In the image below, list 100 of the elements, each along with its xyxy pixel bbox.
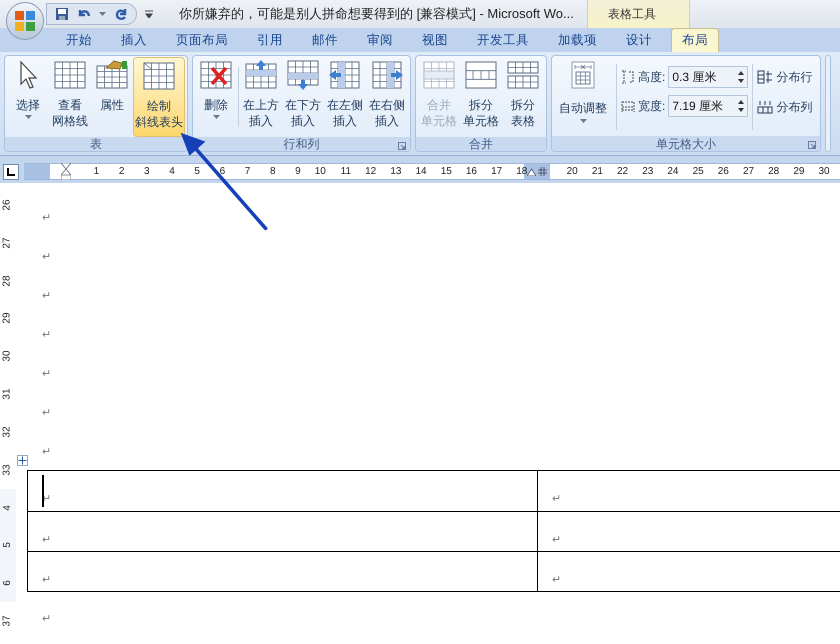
table-hand-icon <box>96 60 128 90</box>
distribute-rows-button[interactable]: 分布行 <box>757 68 812 86</box>
ruler-number: 14 <box>416 166 427 176</box>
ribbon-tab[interactable]: 页面布局 <box>166 28 238 52</box>
ruler-number: 20 <box>566 166 578 176</box>
ruler-number: 6 <box>3 580 13 586</box>
ribbon-tab[interactable]: 视图 <box>412 28 458 52</box>
office-button[interactable] <box>6 2 44 40</box>
ribbon-tab[interactable]: 引用 <box>247 28 293 52</box>
ribbon-button[interactable]: 拆分 单元格 <box>460 57 502 137</box>
ruler-number: 26 <box>3 199 13 210</box>
table-grid-icon <box>54 60 86 90</box>
ruler-number: 3 <box>144 166 150 176</box>
ruler-number: 7 <box>244 166 250 176</box>
ribbon-button[interactable]: 选择 <box>7 57 49 137</box>
paragraph-mark: ↵ <box>42 368 51 380</box>
insert-column-left-icon <box>329 60 361 90</box>
ruler-number: 16 <box>466 166 477 176</box>
paragraph-mark: ↵ <box>42 446 51 458</box>
distribute-columns-button[interactable]: 分布列 <box>757 98 812 116</box>
insert-row-below-icon <box>287 60 319 90</box>
ruler-number: 11 <box>340 166 352 176</box>
spinner-arrows-icon <box>738 70 744 84</box>
paragraph-mark: ↵ <box>42 290 51 302</box>
ruler-number: 13 <box>390 166 402 176</box>
ruler-number: 4 <box>169 166 175 176</box>
ribbon-button[interactable]: 绘制 斜线表头 <box>133 57 185 137</box>
spin-field[interactable]: 0.3 厘米 <box>668 66 748 88</box>
ribbon-tab[interactable]: 开始 <box>56 28 102 52</box>
group-label: 合并 <box>469 138 493 150</box>
ribbon-button[interactable]: 自动调整 <box>554 58 612 136</box>
autofit-table-icon <box>571 61 595 89</box>
ruler-number: 21 <box>592 166 603 176</box>
dropdown-caret-icon <box>24 115 32 119</box>
dropdown-caret-icon <box>99 12 106 16</box>
ruler-number: 1 <box>94 166 100 176</box>
ribbon-button[interactable]: 删除 <box>195 57 237 137</box>
table-cell[interactable]: ↵ <box>28 512 538 551</box>
paragraph-mark: ↵ <box>42 407 51 419</box>
split-table-icon <box>507 60 539 90</box>
contextual-tab-label: 表格工具 <box>608 6 656 23</box>
table-move-handle-icon[interactable] <box>17 455 28 466</box>
ruler-number: 24 <box>667 166 678 176</box>
table-cell[interactable]: ↵ <box>28 552 538 591</box>
dialog-launcher-icon[interactable] <box>808 141 816 149</box>
spin-field[interactable]: 7.19 厘米 <box>668 95 748 117</box>
table-cell[interactable]: ↵ <box>538 471 840 511</box>
ruler-number: 26 <box>718 166 729 176</box>
spinner-arrows-icon <box>738 99 744 113</box>
table-cell[interactable]: ↵ <box>538 552 840 591</box>
table-diagonal-icon <box>143 61 175 91</box>
ruler-number: 30 <box>3 350 13 362</box>
ribbon-button[interactable]: 在下方 插入 <box>282 57 324 137</box>
dropdown-caret-icon <box>212 115 220 119</box>
ruler-number: 17 <box>491 166 502 176</box>
ribbon-tab[interactable]: 审阅 <box>357 28 403 52</box>
ribbon-button[interactable]: 在左侧 插入 <box>324 57 366 137</box>
redo-icon[interactable] <box>114 7 128 21</box>
table-delete-icon <box>200 60 232 90</box>
ribbon-tab[interactable]: 加载项 <box>548 28 607 52</box>
office-logo-icon <box>14 10 36 32</box>
ruler-number: 33 <box>3 464 13 476</box>
column-width-icon <box>621 99 635 113</box>
ruler-number: 4 <box>3 504 13 510</box>
ruler-number: 10 <box>314 166 326 176</box>
ruler-number: 29 <box>3 312 13 324</box>
ruler-number: 9 <box>295 166 301 176</box>
merge-cells-icon <box>423 60 455 90</box>
ribbon-tab[interactable]: 邮件 <box>302 28 348 52</box>
ruler-number: 23 <box>642 166 654 176</box>
ribbon-tab[interactable]: 布局 <box>671 28 719 52</box>
ribbon-button[interactable]: 拆分 表格 <box>502 57 544 137</box>
ribbon-tab[interactable]: 插入 <box>111 28 157 52</box>
customize-toolbar-icon[interactable] <box>145 10 153 18</box>
indent-marker-icon[interactable] <box>61 163 71 180</box>
ruler-number: 25 <box>692 166 704 176</box>
left-tab-icon <box>7 168 15 176</box>
ribbon-button[interactable]: 在上方 插入 <box>240 57 282 137</box>
row-height-icon <box>621 70 635 84</box>
ribbon-button[interactable]: 属性 <box>91 57 133 137</box>
dialog-launcher-icon[interactable] <box>398 142 406 150</box>
column-marker-icon[interactable] <box>538 167 547 176</box>
ribbon-button[interactable]: 在右侧 插入 <box>366 57 408 137</box>
ruler-number: 22 <box>617 166 628 176</box>
ruler-number: 6 <box>220 166 226 176</box>
distribute-rows-icon <box>757 70 774 84</box>
group-label: 单元格大小 <box>656 138 716 150</box>
ribbon-button[interactable]: 查看 网格线 <box>49 57 91 137</box>
field-label: 高度: <box>638 69 666 86</box>
paragraph-mark: ↵ <box>42 329 51 341</box>
ruler-number: 27 <box>3 237 13 248</box>
table-cell[interactable]: ↵ <box>538 512 840 551</box>
ribbon-tab[interactable]: 开发工具 <box>467 28 539 52</box>
ruler-number: 31 <box>3 388 13 400</box>
tab-selector[interactable] <box>3 164 19 180</box>
save-icon[interactable] <box>55 7 69 21</box>
text-cursor <box>42 475 44 507</box>
right-indent-marker-icon[interactable] <box>526 168 536 176</box>
ribbon-tab[interactable]: 设计 <box>616 28 662 52</box>
group-label: 表 <box>90 138 102 150</box>
